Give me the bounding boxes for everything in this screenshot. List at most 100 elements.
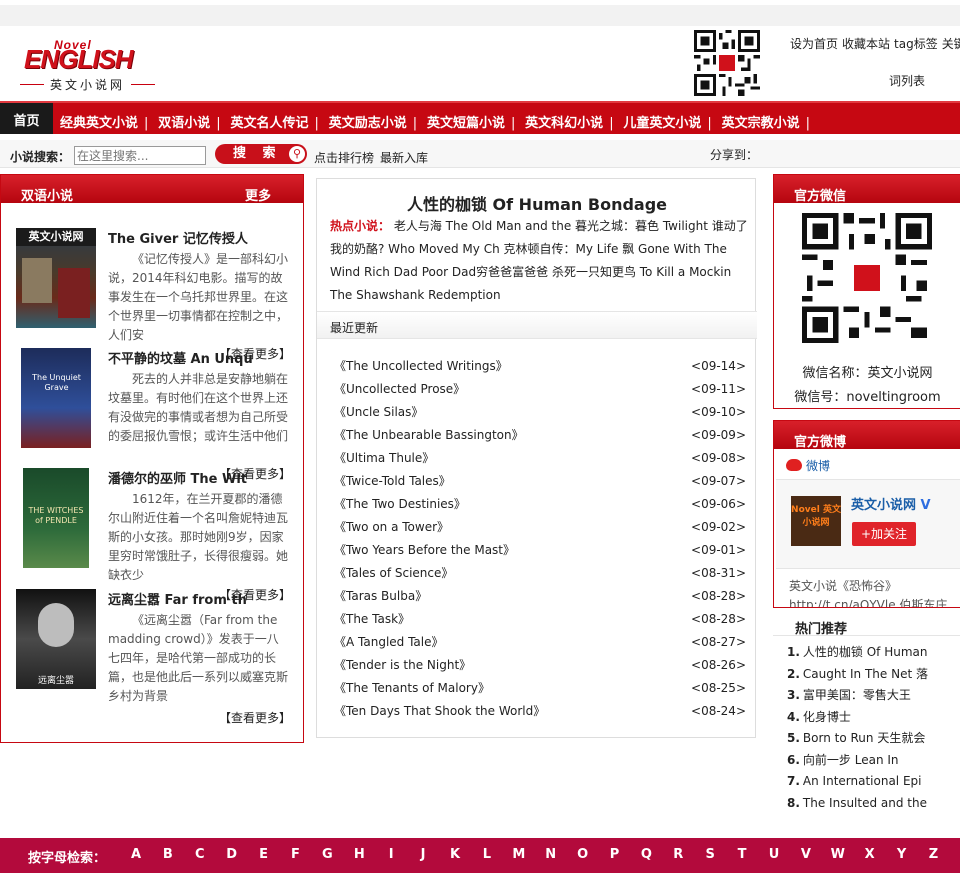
list-item[interactable]: 《Uncollected Prose》 <09-11> [334,378,746,401]
list-item[interactable]: 1. 人性的枷锁 Of Human [787,642,960,664]
letter-link[interactable]: H [349,847,369,862]
list-item[interactable]: 7. An International Epi [787,771,960,793]
list-item[interactable]: 《The Task》 <08-28> [334,608,746,631]
list-item[interactable]: 《Ultima Thule》 <09-08> [334,447,746,470]
tag-link[interactable]: tag标签 [894,37,938,51]
letter-link[interactable]: T [732,847,752,862]
list-item[interactable]: 《Uncle Silas》 <09-10> [334,401,746,424]
item-title[interactable]: 《Ultima Thule》 [334,451,434,465]
item-title[interactable]: 化身博士 [803,710,851,724]
item-title[interactable]: The Insulted and the [803,796,927,810]
hot-links[interactable]: 老人与海 The Old Man and the 暮光之城：暮色 Twiligh… [330,219,748,302]
weibo-post[interactable]: 英文小说《恐怖谷》http://t.cn/aQYVle 伯斯东庄园的主人 [789,577,949,607]
letter-link[interactable]: P [605,847,625,862]
nav-item[interactable]: 英文宗教小说 [722,112,800,131]
item-title[interactable]: 《The Task》 [334,612,410,626]
item-title[interactable]: 《Taras Bulba》 [334,589,427,603]
list-item[interactable]: 《Tales of Science》 <08-31> [334,562,746,585]
letter-link[interactable]: D [222,847,242,862]
letter-link[interactable]: R [668,847,688,862]
letter-link[interactable]: J [413,847,433,862]
list-item[interactable]: 《Twice-Told Tales》 <09-07> [334,470,746,493]
nav-item[interactable]: 双语小说 [158,112,210,131]
list-item[interactable]: 《The Unbearable Bassington》 <09-09> [334,424,746,447]
list-item[interactable]: 5. Born to Run 天生就会 [787,728,960,750]
item-title[interactable]: 《Twice-Told Tales》 [334,474,451,488]
item-title[interactable]: 《The Unbearable Bassington》 [334,428,524,442]
letter-link[interactable]: C [190,847,210,862]
weibo-account[interactable]: 英文小说网 V [851,494,931,513]
list-item[interactable]: 《The Uncollected Writings》 <09-14> [334,355,746,378]
letter-link[interactable]: A [126,847,146,862]
view-more-link[interactable]: 【查看更多】 [219,465,291,482]
item-title[interactable]: 《A Tangled Tale》 [334,635,444,649]
nav-home[interactable]: 首页 [0,103,53,134]
list-item[interactable]: 《Two on a Tower》 <09-02> [334,516,746,539]
book-cover-image[interactable]: 英文小说网 [16,228,96,328]
letter-link[interactable]: S [700,847,720,862]
set-home-link[interactable]: 设为首页 [790,37,838,51]
item-title[interactable]: 《The Two Destinies》 [334,497,466,511]
item-title[interactable]: 富甲美国：零售大王 [803,688,911,702]
letter-link[interactable]: E [254,847,274,862]
featured-title[interactable]: 人性的枷锁 Of Human Bondage [317,191,757,215]
letter-link[interactable]: W [828,847,848,862]
item-title[interactable]: 《Two on a Tower》 [334,520,449,534]
item-title[interactable]: 《The Uncollected Writings》 [334,359,508,373]
nav-item[interactable]: 英文短篇小说 [427,112,505,131]
bookmark-link[interactable]: 收藏本站 [842,37,890,51]
letter-link[interactable]: X [860,847,880,862]
nav-item[interactable]: 儿童英文小说 [623,112,701,131]
list-item[interactable]: 《Two Years Before the Mast》 <09-01> [334,539,746,562]
letter-link[interactable]: M [509,847,529,862]
item-title[interactable]: 《Tender is the Night》 [334,658,471,672]
book-cover-image[interactable]: 远离尘嚣 [16,589,96,689]
letter-link[interactable]: O [573,847,593,862]
letter-link[interactable]: L [477,847,497,862]
nav-item[interactable]: 英文科幻小说 [525,112,603,131]
list-item[interactable]: 2. Caught In The Net 落 [787,664,960,686]
book-cover-image[interactable]: THE WITCHES of PENDLE [23,468,89,568]
list-item[interactable]: 3. 富甲美国：零售大王 [787,685,960,707]
letter-link[interactable]: G [317,847,337,862]
letter-link[interactable]: Y [892,847,912,862]
nav-item[interactable]: 英文励志小说 [329,112,407,131]
view-more-link[interactable]: 【查看更多】 [219,709,291,726]
list-item[interactable]: 《A Tangled Tale》 <08-27> [334,631,746,654]
list-item[interactable]: 《The Two Destinies》 <09-06> [334,493,746,516]
letter-link[interactable]: V [796,847,816,862]
letter-link[interactable]: Q [636,847,656,862]
item-title[interactable]: Caught In The Net 落 [803,667,928,681]
item-title[interactable]: An International Epi [803,774,922,788]
item-title[interactable]: Born to Run 天生就会 [803,731,925,745]
nav-item[interactable]: 英文名人传记 [230,112,308,131]
list-item[interactable]: 《The Tenants of Malory》 <08-25> [334,677,746,700]
view-more-link[interactable]: 【查看更多】 [219,345,291,362]
view-more-link[interactable]: 【查看更多】 [219,586,291,603]
list-item[interactable]: 《Taras Bulba》 <08-28> [334,585,746,608]
letter-link[interactable]: I [381,847,401,862]
search-button[interactable]: 搜 索 ⚲ [215,144,307,164]
list-item[interactable]: 《Ten Days That Shook the World》 <08-24> [334,700,746,723]
item-title[interactable]: 《Two Years Before the Mast》 [334,543,515,557]
letter-link[interactable]: Z [924,847,944,862]
avatar[interactable]: Novel 英文小说网 [791,496,841,546]
new-link[interactable]: 最新入库 [380,149,428,166]
letter-link[interactable]: B [158,847,178,862]
keyword-link[interactable]: 关键 [942,37,960,51]
letter-link[interactable]: N [541,847,561,862]
list-item[interactable]: 《Tender is the Night》 <08-26> [334,654,746,677]
search-input[interactable] [74,146,206,165]
more-link[interactable]: 更多 [245,185,271,204]
item-title[interactable]: 《Uncle Silas》 [334,405,423,419]
weibo-brand[interactable]: 微博 [786,457,830,474]
letter-link[interactable]: U [764,847,784,862]
follow-button[interactable]: +加关注 [852,522,916,546]
rank-link[interactable]: 点击排行榜 [314,149,374,166]
letter-link[interactable]: F [286,847,306,862]
nav-item[interactable]: 经典英文小说 [60,112,138,131]
item-title[interactable]: 《Tales of Science》 [334,566,453,580]
list-item[interactable]: 8. The Insulted and the [787,793,960,815]
item-title[interactable]: 向前一步 Lean In [803,753,899,767]
item-title[interactable]: 《Uncollected Prose》 [334,382,465,396]
